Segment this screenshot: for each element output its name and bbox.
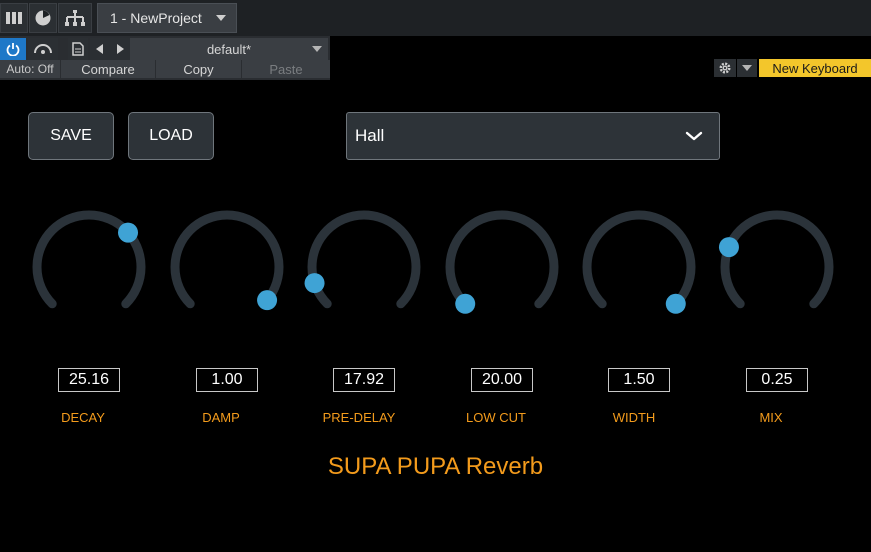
preset-selector[interactable]: default* [130,38,328,60]
gear-icon[interactable] [714,59,736,77]
routing-icon[interactable] [58,3,92,33]
damp-label: DAMP [202,410,240,425]
host-toolbar: 1 - NewProject [0,0,871,36]
low-cut-value[interactable]: 20.00 [471,368,533,392]
save-button[interactable]: SAVE [28,112,114,160]
pre-delay-label: PRE-DELAY [322,410,396,425]
automation-icon[interactable] [28,38,58,60]
power-icon[interactable] [0,38,26,60]
width-knob[interactable] [579,207,699,327]
width-label: WIDTH [612,410,656,425]
decay-value[interactable]: 25.16 [58,368,120,392]
low-cut-label: LOW CUT [466,410,526,425]
mix-value[interactable]: 0.25 [746,368,808,392]
load-button[interactable]: LOAD [128,112,214,160]
project-tab-label: 1 - NewProject [110,10,202,26]
prev-arrow-icon[interactable] [90,38,110,60]
low-cut-knob[interactable] [442,207,562,327]
compare-button[interactable]: Compare [60,60,155,78]
chevron-down-icon[interactable] [737,59,757,77]
preset-dropdown[interactable]: Hall [346,112,720,160]
preset-panel: Auto: Off default* Compare Copy Paste [0,36,330,80]
damp-knob[interactable] [167,207,287,327]
pre-delay-knob[interactable] [304,207,424,327]
mix-label: MIX [759,410,783,425]
browser-icon[interactable] [29,3,57,33]
mixer-icon[interactable] [0,3,28,33]
preset-name: default* [206,41,252,57]
preset-dropdown-value: Hall [355,126,385,145]
keyboard-badge[interactable]: New Keyboard [759,59,871,77]
paste-button[interactable]: Paste [241,60,330,78]
decay-label: DECAY [61,410,105,425]
width-value[interactable]: 1.50 [608,368,670,392]
automation-status[interactable]: Auto: Off [0,60,60,78]
chevron-down-icon [312,46,322,52]
chevron-down-icon[interactable] [216,15,226,21]
next-arrow-icon[interactable] [110,38,130,60]
document-icon[interactable] [68,38,88,60]
copy-button[interactable]: Copy [155,60,241,78]
plugin-title: SUPA PUPA Reverb [327,453,544,480]
damp-value[interactable]: 1.00 [196,368,258,392]
project-tab[interactable]: 1 - NewProject [97,3,237,33]
pre-delay-value[interactable]: 17.92 [333,368,395,392]
decay-knob[interactable] [29,207,149,327]
mix-knob[interactable] [717,207,837,327]
chevron-down-icon [685,131,703,141]
host-header: 1 - NewProject Auto: Off default* Compar… [0,0,871,80]
